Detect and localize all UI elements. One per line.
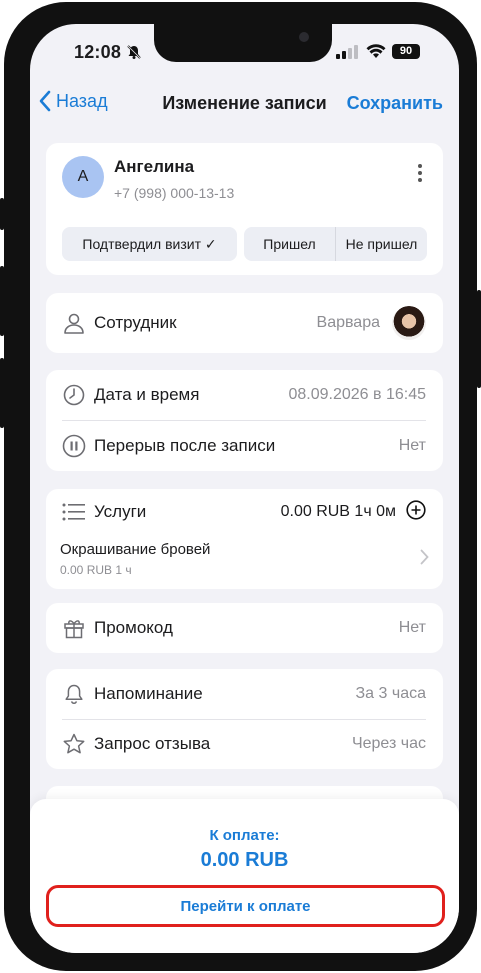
client-phone[interactable]: +7 (998) 000-13-13: [114, 185, 234, 201]
break-value: Нет: [398, 437, 426, 454]
promo-label: Промокод: [94, 618, 173, 637]
attendance-toggle: Пришел Не пришел: [244, 227, 427, 261]
staff-value: Варвара: [316, 314, 380, 331]
phone-side-button: [0, 198, 4, 230]
datetime-value: 08.09.2026 в 16:45: [288, 386, 426, 403]
promo-value: Нет: [398, 619, 426, 636]
services-summary: 0.00 RUB 1ч 0м: [280, 503, 396, 520]
service-details: 0.00 RUB 1 ч: [60, 563, 132, 577]
reminder-value: За 3 часа: [355, 685, 426, 702]
client-name[interactable]: Ангелина: [114, 157, 194, 177]
service-name: Окрашивание бровей: [60, 541, 211, 558]
star-icon: [62, 732, 86, 756]
reminder-row[interactable]: Напоминание За 3 часа: [46, 669, 443, 719]
break-label: Перерыв после записи: [94, 436, 276, 455]
datetime-label: Дата и время: [94, 385, 200, 404]
bell-slash-icon: [126, 44, 142, 65]
payment-amount: 0.00 RUB: [200, 849, 289, 871]
came-button[interactable]: Пришел: [244, 227, 335, 261]
staff-card[interactable]: Сотрудник Варвара: [46, 293, 443, 353]
more-vertical-icon[interactable]: [417, 163, 423, 188]
break-row[interactable]: Перерыв после записи Нет: [46, 421, 443, 471]
save-button[interactable]: Сохранить: [347, 93, 443, 114]
datetime-card: Дата и время 08.09.2026 в 16:45 Перерыв …: [46, 370, 443, 471]
notch: [154, 24, 332, 62]
pause-icon: [62, 434, 86, 458]
client-card: А Ангелина +7 (998) 000-13-13 Подтвердил…: [46, 143, 443, 275]
battery-indicator: 90: [392, 44, 420, 59]
staff-avatar: [392, 306, 426, 340]
payment-label: К оплате:: [209, 827, 280, 844]
gift-icon: [62, 616, 86, 640]
bell-icon: [62, 682, 86, 706]
signal-icon: [336, 45, 358, 64]
phone-side-button: [0, 358, 4, 428]
not-came-button[interactable]: Не пришел: [335, 227, 427, 261]
notifications-card: Напоминание За 3 часа Запрос отзыва Чере…: [46, 669, 443, 769]
person-icon: [62, 311, 86, 335]
payment-sheet: К оплате: 0.00 RUB Перейти к оплате: [30, 799, 459, 953]
avatar[interactable]: А: [62, 156, 104, 198]
review-row[interactable]: Запрос отзыва Через час: [46, 719, 443, 769]
review-label: Запрос отзыва: [94, 734, 211, 753]
phone-side-button: [0, 266, 4, 336]
phone-side-button: [477, 290, 481, 388]
confirm-visit-button[interactable]: Подтвердил визит ✓: [62, 227, 237, 261]
wifi-icon: [366, 43, 386, 64]
plus-circle-icon[interactable]: [406, 499, 426, 525]
promo-card[interactable]: Промокод Нет: [46, 603, 443, 653]
screen: 12:08 90 Назад Изменение записи Сохранит…: [30, 24, 459, 953]
services-card: Услуги 0.00 RUB 1ч 0м Окрашивание бровей…: [46, 489, 443, 589]
camera: [299, 32, 309, 42]
review-value: Через час: [351, 735, 426, 752]
services-label: Услуги: [94, 502, 147, 521]
phone-frame: 12:08 90 Назад Изменение записи Сохранит…: [4, 2, 477, 971]
chevron-right-icon: [420, 549, 429, 570]
staff-label: Сотрудник: [94, 313, 177, 332]
datetime-row[interactable]: Дата и время 08.09.2026 в 16:45: [46, 370, 443, 420]
reminder-label: Напоминание: [94, 684, 203, 703]
clock-icon: [62, 383, 86, 407]
go-to-payment-button[interactable]: Перейти к оплате: [46, 885, 445, 927]
status-time: 12:08: [74, 42, 122, 62]
list-icon: [62, 500, 86, 524]
